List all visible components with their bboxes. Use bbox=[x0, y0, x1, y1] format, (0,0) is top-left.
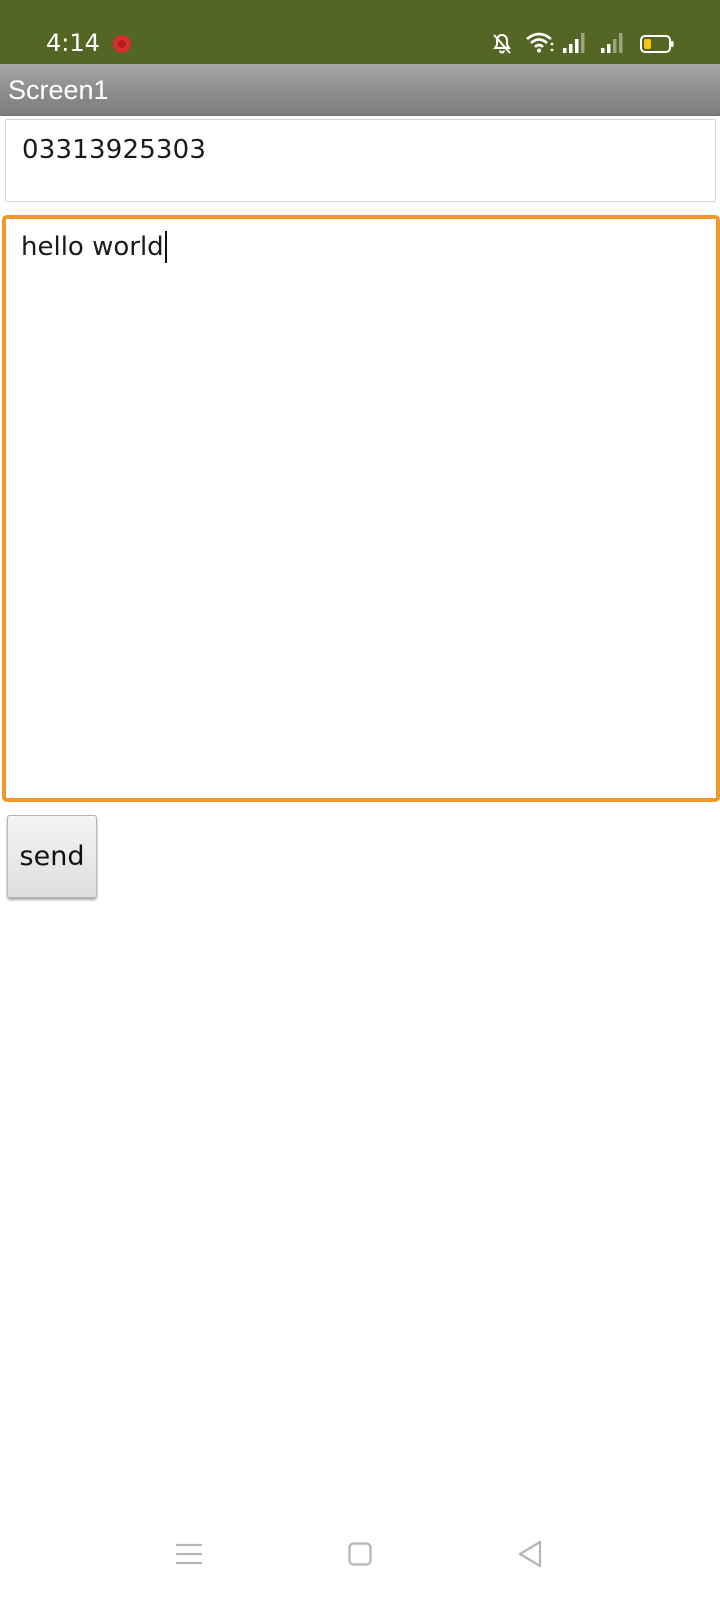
send-button[interactable]: send bbox=[7, 815, 97, 898]
phone-number-value: 03313925303 bbox=[22, 135, 207, 165]
message-value: hello world bbox=[21, 232, 164, 262]
status-time: 4:14 bbox=[46, 29, 100, 57]
text-cursor bbox=[164, 231, 167, 263]
signal-icon bbox=[601, 33, 623, 53]
record-icon bbox=[113, 35, 131, 53]
status-bar: 4:14 bbox=[0, 0, 720, 64]
home-icon[interactable] bbox=[348, 1542, 372, 1566]
message-text: hello world bbox=[21, 231, 167, 263]
message-textarea[interactable]: hello world bbox=[2, 215, 720, 802]
back-icon[interactable] bbox=[517, 1540, 543, 1568]
notifications-muted-icon bbox=[493, 33, 511, 54]
signal-icon bbox=[563, 33, 585, 53]
menu-icon[interactable] bbox=[176, 1542, 202, 1566]
phone-number-field[interactable]: 03313925303 bbox=[5, 119, 716, 202]
wifi-icon bbox=[526, 32, 554, 53]
battery-low-icon bbox=[640, 35, 674, 53]
screen-title: Screen1 bbox=[8, 75, 109, 105]
title-bar: Screen1 bbox=[0, 64, 720, 116]
send-button-label: send bbox=[19, 841, 85, 872]
